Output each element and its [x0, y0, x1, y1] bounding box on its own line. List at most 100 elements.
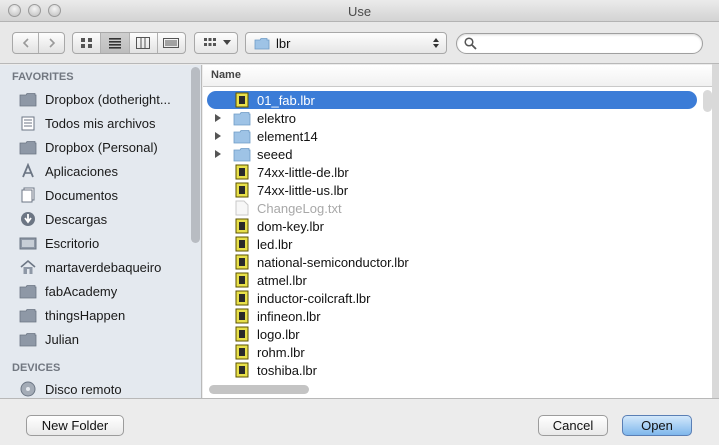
folder-row[interactable]: element14 [207, 127, 697, 145]
folder-icon [18, 330, 38, 348]
file-name: national-semiconductor.lbr [257, 254, 409, 270]
view-mode-control [72, 32, 186, 54]
file-name: elektro [257, 110, 297, 126]
sidebar-scrollbar[interactable] [191, 67, 200, 243]
library-file-icon [233, 361, 251, 379]
path-popup[interactable]: lbr [245, 32, 447, 54]
disc-icon [18, 380, 38, 398]
file-row[interactable]: national-semiconductor.lbr [207, 253, 697, 271]
file-name: infineon.lbr [257, 308, 321, 324]
new-folder-button[interactable]: New Folder [26, 415, 124, 436]
library-file-icon [233, 217, 251, 235]
coverflow-view-button[interactable] [158, 33, 185, 53]
updown-arrows-icon [433, 38, 439, 48]
column-header-name[interactable]: Name [203, 65, 719, 87]
open-dialog-window: Use lbr FAVORITES Dropbox (dotheright...… [0, 0, 719, 445]
file-row-selected[interactable]: 01_fab.lbr [207, 91, 697, 109]
list-icon [108, 38, 121, 49]
icon-view-button[interactable] [73, 33, 102, 53]
forward-button[interactable] [39, 33, 64, 53]
folder-icon [18, 90, 38, 108]
folder-row[interactable]: elektro [207, 109, 697, 127]
library-file-icon [233, 343, 251, 361]
sidebar-item-label: Descargas [45, 211, 108, 227]
file-row[interactable]: inductor-coilcraft.lbr [207, 289, 697, 307]
sidebar-item-remote-disc[interactable]: Disco remoto [18, 377, 188, 398]
horizontal-scrollbar-thumb[interactable] [209, 385, 309, 394]
vertical-scrollbar-thumb[interactable] [703, 90, 712, 112]
chevron-right-icon [48, 38, 55, 48]
sidebar-item-downloads[interactable]: Descargas [18, 207, 188, 231]
file-name: inductor-coilcraft.lbr [257, 290, 371, 306]
sidebar-item-documents[interactable]: Documentos [18, 183, 188, 207]
sidebar-item-dropbox-team[interactable]: Dropbox (dotheright... [18, 87, 188, 111]
file-name: led.lbr [257, 236, 293, 252]
library-file-icon [233, 271, 251, 289]
search-field[interactable] [456, 33, 703, 54]
file-row[interactable]: dom-key.lbr [207, 217, 697, 235]
sidebar-item-dropbox-personal[interactable]: Dropbox (Personal) [18, 135, 188, 159]
sidebar-item-fabacademy[interactable]: fabAcademy [18, 279, 188, 303]
sidebar-item-label: Documentos [45, 187, 118, 203]
file-name: element14 [257, 128, 318, 144]
applications-icon [18, 162, 38, 180]
file-name: ChangeLog.txt [257, 200, 342, 216]
file-row[interactable]: rohm.lbr [207, 343, 697, 361]
desktop-icon [18, 234, 38, 252]
back-forward-control [12, 32, 65, 54]
disclosure-triangle-icon[interactable] [211, 109, 225, 127]
file-row[interactable]: infineon.lbr [207, 307, 697, 325]
folder-row[interactable]: seeed [207, 145, 697, 163]
sidebar-item-julian[interactable]: Julian [18, 327, 188, 351]
background-window-edge [712, 64, 719, 398]
file-row[interactable]: 74xx-little-us.lbr [207, 181, 697, 199]
sidebar-item-desktop[interactable]: Escritorio [18, 231, 188, 255]
folder-icon [18, 138, 38, 156]
list-view-button[interactable] [101, 33, 130, 53]
file-row[interactable]: logo.lbr [207, 325, 697, 343]
open-button[interactable]: Open [622, 415, 692, 436]
file-row-disabled: ChangeLog.txt [207, 199, 697, 217]
home-icon [18, 258, 38, 276]
file-row[interactable]: 74xx-little-de.lbr [207, 163, 697, 181]
file-row[interactable]: toshiba.lbr [207, 361, 697, 379]
arrange-grid-icon [204, 38, 216, 46]
cancel-button[interactable]: Cancel [538, 415, 608, 436]
folder-icon [18, 306, 38, 324]
path-popup-label: lbr [276, 35, 291, 51]
file-name: logo.lbr [257, 326, 300, 342]
chevron-down-icon [223, 40, 231, 45]
back-button[interactable] [13, 33, 39, 53]
sidebar-item-label: Julian [45, 331, 79, 347]
file-list: Name 01_fab.lbr elektro element14 seeed … [203, 65, 719, 398]
folder-icon [233, 109, 251, 127]
arrange-popup[interactable] [194, 32, 238, 54]
file-row[interactable]: led.lbr [207, 235, 697, 253]
sidebar-item-applications[interactable]: Aplicaciones [18, 159, 188, 183]
library-file-icon [233, 289, 251, 307]
search-icon [464, 37, 477, 50]
library-file-icon [233, 307, 251, 325]
window-title: Use [347, 4, 372, 19]
library-file-icon [233, 325, 251, 343]
sidebar-item-home[interactable]: martaverdebaqueiro [18, 255, 188, 279]
coverflow-icon [163, 38, 180, 48]
disclosure-triangle-icon[interactable] [211, 127, 225, 145]
chevron-left-icon [22, 38, 29, 48]
file-name: rohm.lbr [257, 344, 305, 360]
sidebar-item-label: Todos mis archivos [45, 115, 156, 131]
sidebar-item-label: Aplicaciones [45, 163, 118, 179]
sidebar-item-all-files[interactable]: Todos mis archivos [18, 111, 188, 135]
columns-icon [136, 37, 151, 49]
file-row[interactable]: atmel.lbr [207, 271, 697, 289]
column-view-button[interactable] [130, 33, 158, 53]
library-file-icon [233, 163, 251, 181]
dialog-button-bar: New Folder Cancel Open [0, 398, 719, 445]
sidebar-item-label: Dropbox (dotheright... [45, 91, 171, 107]
disclosure-triangle-icon[interactable] [211, 145, 225, 163]
sidebar-item-thingshappen[interactable]: thingsHappen [18, 303, 188, 327]
file-name: atmel.lbr [257, 272, 307, 288]
file-name: toshiba.lbr [257, 362, 317, 378]
sidebar: FAVORITES Dropbox (dotheright... Todos m… [0, 65, 202, 398]
toolbar: lbr [0, 22, 719, 64]
